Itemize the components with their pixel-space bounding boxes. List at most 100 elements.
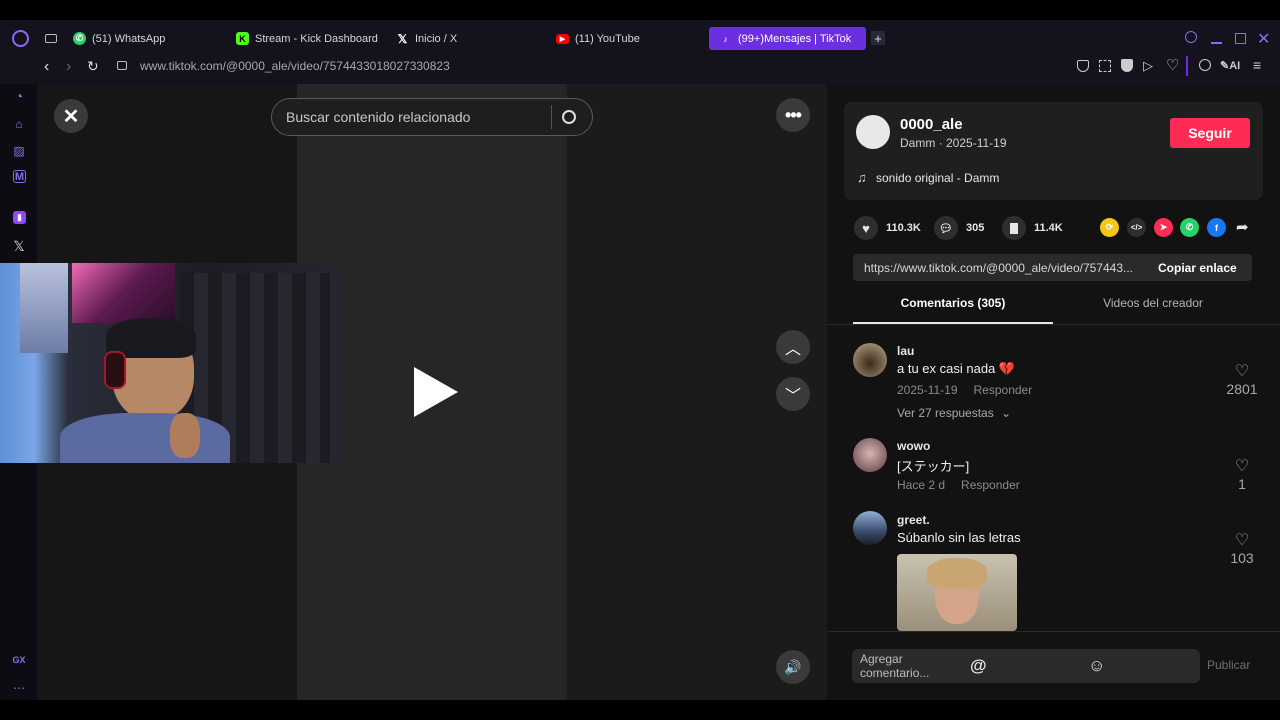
forward-button[interactable]: › bbox=[66, 58, 71, 76]
chevron-up-icon: ︿ bbox=[784, 341, 801, 358]
new-tab-button[interactable]: + bbox=[871, 31, 885, 46]
sound-link[interactable]: sonido original - Damm bbox=[876, 171, 999, 185]
tab-whatsapp[interactable]: ✆ (51) WhatsApp bbox=[73, 27, 165, 50]
send-icon[interactable]: ▷ bbox=[1143, 58, 1153, 74]
mention-icon[interactable]: @ bbox=[970, 656, 1072, 676]
comment-username[interactable]: lau bbox=[897, 344, 914, 358]
comment-composer[interactable]: Agregar comentario... @ ☺ bbox=[852, 649, 1200, 683]
heart-outline-icon: ♡ bbox=[1234, 458, 1250, 475]
shield-icon[interactable] bbox=[1121, 59, 1133, 72]
save-count: 11.4K bbox=[1034, 222, 1063, 234]
author-avatar[interactable] bbox=[856, 115, 890, 149]
anime-poster-image bbox=[72, 263, 175, 323]
comment-text: a tu ex casi nada 💔 bbox=[897, 361, 1016, 376]
tab-creator-videos[interactable]: Videos del creador bbox=[1053, 296, 1253, 310]
send-to-friends-icon[interactable]: ➤ bbox=[1154, 218, 1173, 237]
share-arrow-icon[interactable]: ➦ bbox=[1236, 218, 1249, 236]
back-button[interactable]: ‹ bbox=[44, 58, 49, 76]
bookmark-icon bbox=[1002, 216, 1026, 240]
search-tabs-icon[interactable] bbox=[1185, 31, 1197, 43]
like-stat[interactable]: ♥ 110.3K bbox=[854, 216, 921, 240]
x-sidebar-icon[interactable]: 𝕏 bbox=[11, 238, 27, 254]
whatsapp-share-icon[interactable]: ✆ bbox=[1180, 218, 1199, 237]
snapshot-icon[interactable] bbox=[1099, 60, 1111, 72]
close-window-button[interactable]: ✕ bbox=[1257, 29, 1270, 49]
search-icon[interactable] bbox=[562, 110, 576, 124]
volume-button[interactable]: 🔊 bbox=[776, 650, 810, 684]
facebook-share-icon[interactable]: f bbox=[1207, 218, 1226, 237]
previous-video-button[interactable]: ︿ bbox=[776, 330, 810, 364]
author-username[interactable]: 0000_ale bbox=[900, 116, 963, 133]
view-replies-button[interactable]: Ver 27 respuestas ⌄ bbox=[897, 406, 1011, 420]
comment-date: Hace 2 d bbox=[897, 478, 946, 492]
gx-corner-icon[interactable]: ⌂ bbox=[11, 116, 27, 132]
search-input[interactable]: Buscar contenido relacionado bbox=[286, 109, 551, 125]
reply-button[interactable]: Responder bbox=[961, 478, 1020, 492]
reply-button[interactable]: Responder bbox=[974, 383, 1033, 397]
url-input[interactable]: www.tiktok.com/@0000_ale/video/757443301… bbox=[140, 59, 450, 73]
menu-icon[interactable]: ≡ bbox=[1253, 57, 1261, 73]
profile-icon[interactable] bbox=[1199, 59, 1211, 71]
copy-link-button[interactable]: Copiar enlace bbox=[1158, 261, 1237, 275]
pin-icon[interactable] bbox=[1077, 60, 1089, 72]
comment-like-button[interactable]: ♡ 2801 bbox=[1222, 361, 1262, 397]
restore-button[interactable] bbox=[1235, 33, 1246, 44]
divider bbox=[1186, 56, 1188, 76]
post-comment-button[interactable]: Publicar bbox=[1207, 658, 1250, 672]
more-options-button[interactable]: ••• bbox=[776, 98, 810, 132]
video-link-text[interactable]: https://www.tiktok.com/@0000_ale/video/7… bbox=[864, 261, 1144, 275]
follow-button[interactable]: Seguir bbox=[1170, 118, 1250, 148]
tab-switcher-icon[interactable] bbox=[45, 34, 57, 43]
close-video-button[interactable]: ✕ bbox=[54, 99, 88, 133]
embed-code-icon[interactable]: </> bbox=[1127, 218, 1146, 237]
comment-text: [ステッカー] bbox=[897, 459, 970, 474]
more-dots-icon: ••• bbox=[785, 104, 802, 125]
x-icon: 𝕏 bbox=[397, 31, 408, 46]
comment-date: 2025-11-19 bbox=[897, 383, 958, 397]
comment-like-button[interactable]: ♡ 103 bbox=[1222, 530, 1262, 566]
comment-image[interactable] bbox=[897, 554, 1017, 631]
emoji-icon[interactable]: ☺ bbox=[1088, 656, 1190, 676]
tab-comments[interactable]: Comentarios (305) bbox=[853, 296, 1053, 310]
save-stat[interactable]: 11.4K bbox=[1002, 216, 1063, 240]
like-count: 110.3K bbox=[886, 222, 921, 234]
comment-avatar[interactable] bbox=[853, 511, 887, 545]
comment-input[interactable]: Agregar comentario... bbox=[860, 652, 962, 680]
messenger-icon[interactable]: M bbox=[13, 170, 26, 183]
tab-label: (11) YouTube bbox=[575, 32, 640, 45]
gx-control-icon[interactable]: ▨ bbox=[11, 143, 27, 159]
tab-kick[interactable]: K Stream - Kick Dashboard bbox=[236, 27, 378, 50]
panel-tabs: Comentarios (305) Videos del creador bbox=[853, 296, 1253, 324]
comment-avatar[interactable] bbox=[853, 438, 887, 472]
comment-meta: Hace 2 d Responder bbox=[897, 478, 1020, 492]
tab-x[interactable]: 𝕏 Inicio / X bbox=[396, 27, 458, 50]
comment-username[interactable]: wowo bbox=[897, 439, 930, 453]
next-video-button[interactable]: ﹀ bbox=[776, 377, 810, 411]
speed-dial-icon[interactable]: ◔ bbox=[11, 88, 27, 104]
view-replies-label: Ver 27 respuestas bbox=[897, 406, 994, 420]
ai-button[interactable]: ✎AI bbox=[1220, 59, 1240, 72]
active-tab-underline bbox=[853, 322, 1053, 324]
comment-username[interactable]: greet. bbox=[897, 513, 930, 527]
play-icon[interactable] bbox=[414, 367, 458, 417]
opera-logo-icon[interactable] bbox=[12, 30, 29, 47]
tab-youtube[interactable]: ▶ (11) YouTube bbox=[556, 27, 640, 50]
minimize-button[interactable] bbox=[1211, 42, 1222, 44]
tab-label: Stream - Kick Dashboard bbox=[255, 32, 378, 45]
more-sidebar-icon[interactable]: ⋯ bbox=[11, 680, 27, 696]
tabs-divider bbox=[827, 324, 1280, 325]
screen-bottom-band bbox=[0, 700, 1280, 720]
youtube-icon: ▶ bbox=[556, 33, 569, 44]
twitch-icon[interactable]: ▮ bbox=[13, 211, 26, 224]
comment-stat[interactable]: 💬︎ 305 bbox=[934, 216, 984, 240]
heart-bookmark-icon[interactable]: ♡ bbox=[1166, 56, 1179, 74]
repost-icon[interactable]: ⟳ bbox=[1100, 218, 1119, 237]
comment-meta: 2025-11-19 Responder bbox=[897, 383, 1032, 397]
gx-sidebar-label[interactable]: GX bbox=[11, 652, 27, 668]
person-hand bbox=[170, 413, 200, 458]
tab-tiktok[interactable]: ♪ (99+)Mensajes | TikTok bbox=[709, 27, 866, 50]
reload-button[interactable]: ↻ bbox=[87, 58, 99, 75]
related-search-box[interactable]: Buscar contenido relacionado bbox=[271, 98, 593, 136]
comment-avatar[interactable] bbox=[853, 343, 887, 377]
comment-like-button[interactable]: ♡ 1 bbox=[1222, 456, 1262, 492]
